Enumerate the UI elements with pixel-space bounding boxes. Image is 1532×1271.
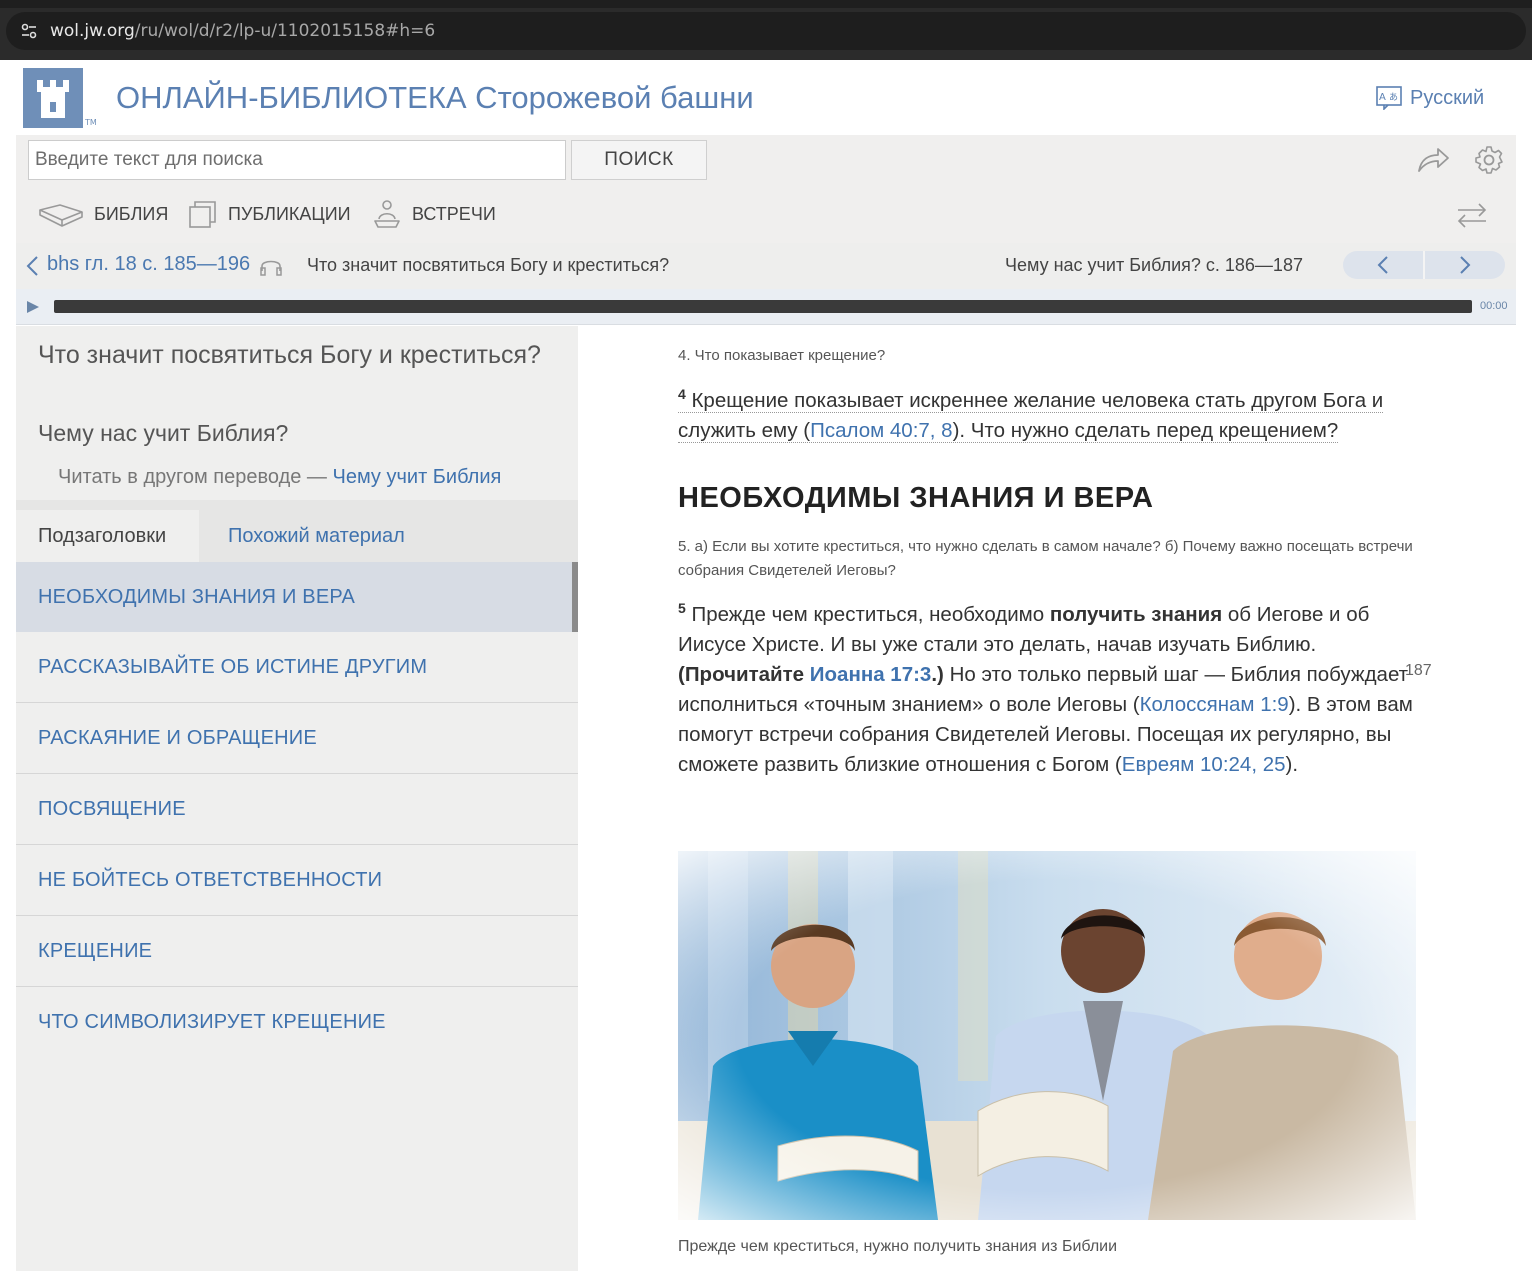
sidebar-subtitle: Чему нас учит Библия? — [38, 420, 289, 446]
browser-bar: wol.jw.org/ru/wol/d/r2/lp-u/1102015158#h… — [0, 0, 1532, 60]
audio-player: 00:00 — [16, 289, 1516, 325]
illustration-caption: Прежде чем креститься, нужно получить зн… — [678, 1238, 1118, 1255]
p4-text-2: ). Что нужно сделать перед крещением? — [952, 419, 1339, 442]
publication-reference-link[interactable]: bhs гл. 18 с. 185—196 — [47, 253, 250, 276]
sidebar-item-baptism[interactable]: КРЕЩЕНИЕ — [16, 916, 578, 987]
tab-related-material[interactable]: Похожий материал — [206, 510, 405, 562]
paragraph-4: 4 Крещение показывает искреннее желание … — [678, 386, 1438, 446]
subheadings-list: НЕОБХОДИМЫ ЗНАНИЯ И ВЕРА РАССКАЗЫВАЙТЕ О… — [16, 562, 578, 1058]
site-info-icon[interactable] — [20, 22, 38, 40]
next-document-button[interactable] — [1425, 251, 1505, 279]
audio-time: 00:00 — [1480, 300, 1508, 312]
nav-bible[interactable]: БИБЛИЯ — [38, 199, 168, 229]
meetings-icon — [374, 200, 400, 228]
sidebar-item-knowledge-faith[interactable]: НЕОБХОДИМЫ ЗНАНИЯ И ВЕРА — [16, 562, 578, 632]
scripture-link-colossians[interactable]: Колоссянам 1:9 — [1140, 693, 1289, 716]
nav-meetings-label: ВСТРЕЧИ — [412, 203, 496, 224]
other-translation: Читать в другом переводе — Чему учит Биб… — [58, 466, 501, 489]
nav-publications-label: ПУБЛИКАЦИИ — [228, 203, 351, 224]
question-4: 4. Что показывает крещение? — [678, 347, 886, 364]
chevron-right-icon — [1460, 256, 1471, 274]
scripture-link-hebrews[interactable]: Евреям 10:24, 25 — [1122, 753, 1286, 776]
previous-document-button[interactable] — [1343, 251, 1423, 279]
swap-arrows-icon[interactable] — [1456, 202, 1488, 228]
publications-icon — [189, 201, 216, 228]
publication-pages: Чему нас учит Библия? с. 186—187 — [1005, 255, 1303, 275]
sidebar-item-repentance[interactable]: РАСКАЯНИЕ И ОБРАЩЕНИЕ — [16, 703, 578, 774]
paragraph-number: 5 — [678, 600, 686, 617]
section-heading: НЕОБХОДИМЫ ЗНАНИЯ И ВЕРА — [678, 482, 1154, 514]
sidebar: Что значит посвятиться Богу и креститься… — [16, 326, 578, 1271]
question-5: 5. а) Если вы хотите креститься, что нуж… — [678, 538, 1413, 579]
other-translation-prefix: Читать в другом переводе — — [58, 466, 327, 488]
tab-subheadings[interactable]: Подзаголовки — [16, 510, 199, 562]
other-translation-link[interactable]: Чему учит Библия — [333, 466, 502, 488]
sidebar-tabs: Подзаголовки Похожий материал — [16, 500, 578, 562]
chevron-left-icon[interactable] — [24, 254, 40, 278]
p5-read-instruction: (Прочитайте Иоанна 17:3.) — [678, 663, 944, 686]
sidebar-item-baptism-symbol[interactable]: ЧТО СИМВОЛИЗИРУЕТ КРЕЩЕНИЕ — [16, 987, 578, 1058]
article-content: 4. Что показывает крещение? 4 Крещение п… — [678, 326, 1438, 780]
document-breadcrumb: bhs гл. 18 с. 185—196 Что значит посвяти… — [16, 243, 1516, 289]
scripture-link-john[interactable]: Иоанна 17:3 — [810, 663, 932, 686]
search-button[interactable]: ПОИСК — [571, 140, 707, 180]
main-nav: БИБЛИЯ ПУБЛИКАЦИИ ВСТРЕЧИ — [16, 185, 1516, 243]
site-header: TM ОНЛАЙН-БИБЛИОТЕКА Сторожевой башни A … — [16, 60, 1516, 135]
sidebar-item-dedication[interactable]: ПОСВЯЩЕНИЕ — [16, 774, 578, 845]
page: TM ОНЛАЙН-БИБЛИОТЕКА Сторожевой башни A … — [16, 60, 1516, 1271]
watchtower-logo[interactable] — [23, 68, 83, 128]
svg-text:あ: あ — [1389, 92, 1398, 103]
bible-study-illustration[interactable] — [678, 851, 1416, 1220]
search-bar: ПОИСК — [16, 135, 1516, 185]
p5-text-5: ). — [1285, 753, 1299, 776]
p5-read-open: (Прочитайте — [678, 663, 810, 686]
url-text[interactable]: wol.jw.org/ru/wol/d/r2/lp-u/1102015158#h… — [50, 21, 435, 41]
page-number: 187 — [1405, 662, 1432, 679]
trademark-mark: TM — [85, 118, 97, 127]
chevron-left-icon — [1377, 256, 1388, 274]
language-selector[interactable]: A あ Русский — [1376, 84, 1484, 112]
paragraph-number: 4 — [678, 386, 686, 403]
url-host: wol.jw.org — [50, 21, 135, 41]
p5-text-1: Прежде чем креститься, необходимо — [685, 603, 1050, 626]
sidebar-title: Что значит посвятиться Богу и креститься… — [38, 341, 541, 369]
headphones-icon[interactable] — [259, 255, 283, 277]
tower-icon — [37, 80, 69, 118]
nav-bible-label: БИБЛИЯ — [94, 203, 169, 224]
sidebar-item-responsibility[interactable]: НЕ БОЙТЕСЬ ОТВЕТСТВЕННОСТИ — [16, 845, 578, 916]
bible-book-icon — [39, 204, 83, 227]
paragraph-4-text[interactable]: 4 Крещение показывает искреннее желание … — [678, 386, 1384, 443]
audio-progress-track[interactable] — [54, 300, 1472, 313]
browser-tab-strip — [0, 0, 1532, 8]
nav-publications[interactable]: ПУБЛИКАЦИИ — [188, 199, 351, 229]
address-bar[interactable]: wol.jw.org/ru/wol/d/r2/lp-u/1102015158#h… — [6, 12, 1526, 50]
document-title: Что значит посвятиться Богу и креститься… — [307, 255, 670, 275]
share-icon[interactable] — [1416, 146, 1450, 174]
language-icon: A あ — [1376, 86, 1402, 110]
p5-read-close: .) — [931, 663, 944, 686]
paragraph-5: 5 Прежде чем креститься, необходимо полу… — [678, 600, 1438, 780]
site-title[interactable]: ОНЛАЙН-БИБЛИОТЕКА Сторожевой башни — [116, 80, 754, 116]
svg-text:A: A — [1379, 92, 1386, 103]
search-input[interactable] — [28, 140, 566, 180]
document-pager — [1343, 251, 1505, 279]
language-label: Русский — [1410, 86, 1485, 109]
gear-icon[interactable] — [1474, 145, 1504, 175]
url-path: /ru/wol/d/r2/lp-u/1102015158#h=6 — [134, 21, 436, 41]
play-icon[interactable] — [26, 300, 40, 314]
nav-meetings[interactable]: ВСТРЕЧИ — [372, 199, 496, 229]
scripture-link-psalm[interactable]: Псалом 40:7, 8 — [810, 419, 952, 442]
sidebar-item-tell-others[interactable]: РАССКАЗЫВАЙТЕ ОБ ИСТИНЕ ДРУГИМ — [16, 632, 578, 703]
p5-bold-knowledge: получить знания — [1049, 603, 1223, 626]
